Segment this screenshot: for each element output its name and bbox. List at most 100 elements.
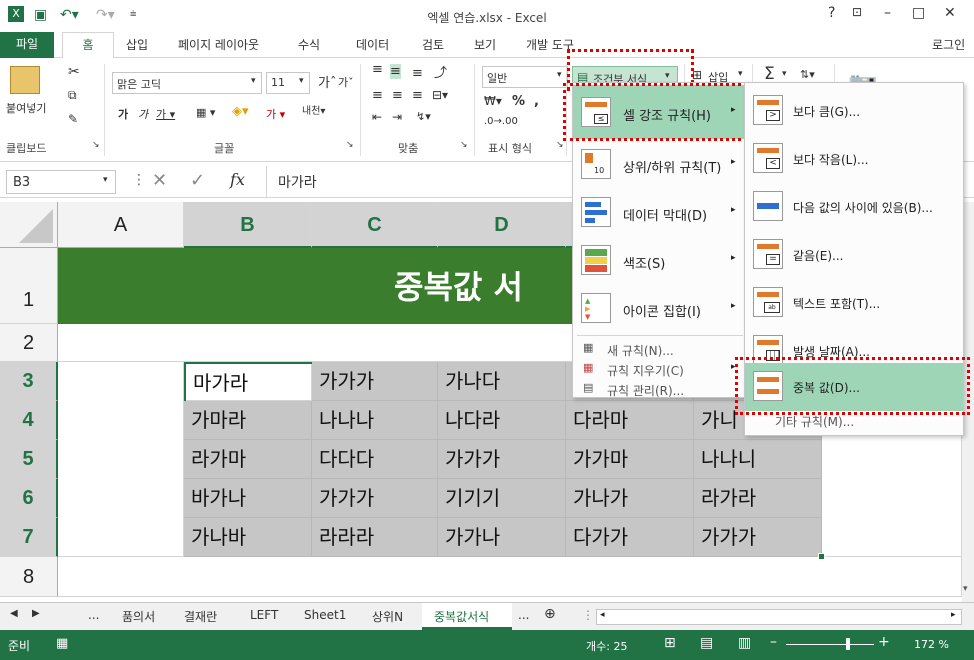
sheet-tab-active[interactable]: 중복값서식 [422, 603, 512, 630]
maximize-icon[interactable]: □ [912, 5, 925, 21]
cell-e6[interactable]: 가나가 [566, 479, 694, 518]
minimize-icon[interactable]: – [884, 5, 891, 21]
page-break-view-icon[interactable]: ▥ [738, 635, 751, 651]
dialog-launcher-icon[interactable]: ↘ [92, 140, 100, 150]
grow-font-icon[interactable]: 가ˆ [318, 72, 336, 91]
scroll-tabs-left-icon[interactable]: ◀ [10, 608, 18, 619]
cell-d3[interactable]: 가나다 [438, 362, 566, 401]
currency-icon[interactable]: ₩▾ [484, 94, 502, 108]
normal-view-icon[interactable]: ⊞ [664, 635, 676, 651]
sheet-tab-상위n[interactable]: 상위N [372, 608, 403, 625]
name-box[interactable]: B3 ▾ [6, 170, 116, 194]
tab-data[interactable]: 데이터 [356, 36, 389, 53]
paste-button[interactable]: 붙여넣기 [6, 100, 46, 116]
paste-icon[interactable] [10, 66, 40, 94]
zoom-slider[interactable] [786, 644, 874, 645]
scroll-tabs-right-icon[interactable]: ▶ [32, 608, 40, 619]
ribbon-display-icon[interactable]: ⊡ [852, 5, 862, 19]
cell-b6[interactable]: 바가나 [184, 479, 312, 518]
zoom-level[interactable]: 172 % [914, 638, 949, 651]
wrap-text-icon[interactable]: ⊟▾ [432, 88, 448, 102]
column-header-c[interactable]: C [312, 202, 438, 248]
cell-b5[interactable]: 라가마 [184, 440, 312, 479]
row-header-6[interactable]: 6 [0, 479, 58, 518]
cancel-icon[interactable]: ✕ [152, 170, 167, 191]
sheet-tab-sheet1[interactable]: Sheet1 [304, 608, 346, 622]
column-header-b[interactable]: B [184, 202, 312, 248]
tab-view[interactable]: 보기 [474, 36, 496, 53]
align-top-icon[interactable]: ≡ [372, 62, 383, 77]
scroll-down-icon[interactable]: ▾ [963, 584, 968, 594]
comma-button[interactable]: , [534, 94, 539, 109]
page-layout-view-icon[interactable]: ▤ [700, 635, 713, 651]
percent-button[interactable]: % [512, 94, 525, 109]
cell-c6[interactable]: 가가가 [312, 479, 438, 518]
menu-item-new-rule[interactable]: ▦ 새 규칙(N)... [573, 339, 747, 359]
sheet-tab-overflow-left[interactable]: ... [88, 608, 99, 622]
submenu-item-less-than[interactable]: < 보다 작음(L)... [745, 137, 963, 181]
sheet-tab-overflow-right[interactable]: ... [518, 608, 529, 622]
cut-icon[interactable]: ✂ [68, 64, 80, 80]
zoom-out-icon[interactable]: – [770, 634, 777, 650]
cell-c5[interactable]: 다다다 [312, 440, 438, 479]
align-left-icon[interactable]: ≡ [372, 88, 383, 103]
cell-c4[interactable]: 나나나 [312, 401, 438, 440]
row-header-8[interactable]: 8 [0, 557, 58, 597]
align-right-icon[interactable]: ≡ [412, 88, 423, 103]
cell-f6[interactable]: 라가라 [694, 479, 822, 518]
fill-color-icon[interactable]: ◈▾ [232, 104, 249, 119]
sheet-tab-품의서[interactable]: 품의서 [122, 608, 155, 625]
submenu-item-more-rules[interactable]: 기타 규칙(M)... [745, 411, 963, 433]
scroll-right-icon[interactable]: ▸ [951, 610, 956, 620]
tab-home[interactable]: 홈 [62, 32, 114, 58]
row-8-cells[interactable] [58, 557, 962, 597]
submenu-item-equal-to[interactable]: = 같음(E)... [745, 233, 963, 277]
row-header-4[interactable]: 4 [0, 401, 58, 440]
sheet-tab-left[interactable]: LEFT [250, 608, 278, 622]
cell-e4[interactable]: 다라마 [566, 401, 694, 440]
row-header-3[interactable]: 3 [0, 362, 58, 401]
font-name-select[interactable]: 맑은 고딕 ▾ [112, 72, 262, 94]
insert-cells-icon[interactable]: ⊞ [692, 68, 702, 82]
close-icon[interactable]: ✕ [944, 5, 956, 21]
menu-item-highlight-cells[interactable]: ≤ 셀 강조 규칙(H) ▸ [573, 85, 747, 139]
cell-d5[interactable]: 가가가 [438, 440, 566, 479]
decrease-indent-icon[interactable]: ⇤ [372, 110, 382, 124]
autosum-icon[interactable]: Σ [764, 64, 775, 84]
merge-icon[interactable]: ↯▾ [416, 110, 431, 123]
macro-record-icon[interactable]: ▦ [56, 636, 68, 651]
row-header-1[interactable]: 1 [0, 248, 58, 324]
cell-e7[interactable]: 다가가 [566, 518, 694, 557]
cell-b7[interactable]: 가나바 [184, 518, 312, 557]
tab-developer[interactable]: 개발 도구 [526, 36, 574, 53]
align-middle-icon[interactable]: ≡ [390, 64, 401, 79]
tab-file[interactable]: 파일 [0, 32, 54, 58]
tab-review[interactable]: 검토 [422, 36, 444, 53]
horizontal-scrollbar[interactable]: ◂ ▸ [596, 609, 962, 625]
number-format-select[interactable]: 일반 ▾ [482, 66, 568, 88]
align-center-icon[interactable]: ≡ [392, 88, 403, 103]
increase-decimal-icon[interactable]: .0→.00 [484, 116, 518, 127]
dialog-launcher-icon[interactable]: ↘ [460, 140, 468, 150]
cell-d7[interactable]: 가가나 [438, 518, 566, 557]
underline-icon[interactable]: 가 ▾ [156, 106, 175, 122]
shrink-font-icon[interactable]: 가ˇ [338, 74, 354, 90]
align-bottom-icon[interactable]: ≡ [412, 66, 423, 81]
cell-f7[interactable]: 가가가 [694, 518, 822, 557]
chevron-down-icon[interactable]: ▾ [782, 69, 787, 79]
zoom-slider-thumb[interactable] [846, 638, 850, 650]
font-size-select[interactable]: 11 ▾ [266, 72, 310, 94]
add-sheet-icon[interactable]: ⊕ [544, 606, 556, 622]
format-painter-icon[interactable]: ✎ [68, 112, 78, 126]
phonetic-icon[interactable]: 내천▾ [302, 102, 325, 117]
menu-item-icon-set[interactable]: ▲ ▶ ▼ 아이콘 집합(I) ▸ [573, 285, 747, 333]
cell-c3[interactable]: 가가가 [312, 362, 438, 401]
sheet-tab-결재란[interactable]: 결재란 [184, 608, 217, 625]
help-button[interactable]: ? [828, 5, 835, 21]
scroll-left-icon[interactable]: ◂ [600, 610, 605, 620]
cell-e5[interactable]: 가가마 [566, 440, 694, 479]
menu-item-data-bar[interactable]: 데이터 막대(D) ▸ [573, 189, 747, 237]
sort-filter-icon[interactable]: ⇅▾ [800, 68, 815, 81]
fill-handle[interactable] [818, 553, 825, 560]
menu-item-color-scale[interactable]: 색조(S) ▸ [573, 237, 747, 285]
